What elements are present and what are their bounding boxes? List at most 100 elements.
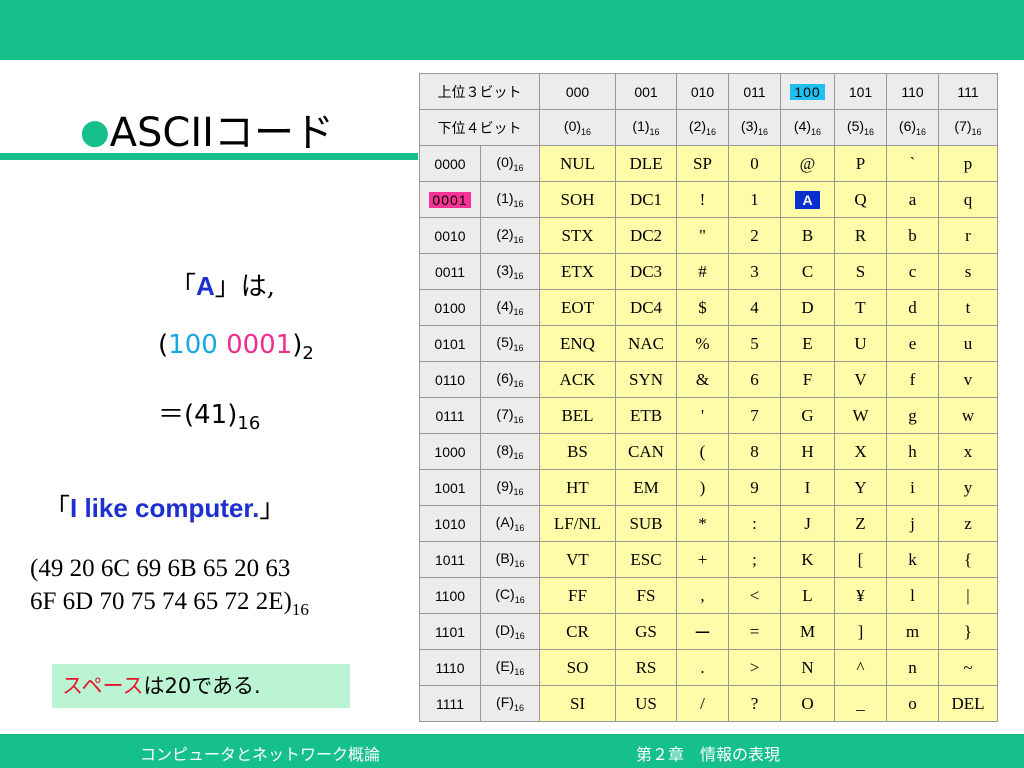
- cell-char: h: [908, 441, 917, 461]
- column-bits-text: 011: [743, 83, 766, 100]
- table-cell: z: [938, 505, 998, 542]
- cell-char: 9: [750, 477, 759, 497]
- table-cell: {: [938, 541, 998, 578]
- table-cell: DC4: [615, 289, 677, 326]
- hex-line-2: 6F 6D 70 75 74 65 72 2E): [30, 588, 292, 615]
- row-header-hex: (4)16: [480, 289, 540, 326]
- cell-char: x: [963, 441, 973, 461]
- cell-char: g: [908, 405, 917, 425]
- binary-lower: 0001: [226, 330, 293, 360]
- table-cell: m: [886, 613, 939, 650]
- table-cell: ENQ: [539, 325, 616, 362]
- hex-line-1: (49 20 6C 69 6B 65 20 63: [30, 555, 291, 582]
- cell-char: ]: [857, 621, 864, 641]
- table-cell: T: [834, 289, 887, 326]
- cell-char: VT: [566, 549, 589, 569]
- column-bits-text: 010: [690, 83, 715, 100]
- table-row: 1010 (A)16 LF/NL SUB *: J Zj z: [419, 505, 998, 542]
- explain-sentence-hex: (49 20 6C 69 6B 65 20 63 6F 6D 70 75 74 …: [30, 552, 309, 626]
- cell-char: *: [698, 513, 707, 533]
- table-row: 1100 (C)16 FF FS, < L ¥ l |: [419, 577, 998, 614]
- table-cell: L: [780, 577, 835, 614]
- cell-char: H: [801, 441, 814, 461]
- hex-value: (7): [954, 118, 972, 134]
- table-cell: BEL: [539, 397, 616, 434]
- table-cell: R: [834, 217, 887, 254]
- table-cell: r: [938, 217, 998, 254]
- cell-char: US: [635, 693, 657, 713]
- cell-char: Y: [854, 477, 867, 497]
- table-cell: s: [938, 253, 998, 290]
- table-row: 0101 (5)16 ENQ NAC% 5 E Ue u: [419, 325, 998, 362]
- table-cell: ETB: [615, 397, 677, 434]
- table-cell: DEL: [938, 685, 998, 722]
- table-cell: VT: [539, 541, 616, 578]
- cell-char: DLE: [629, 153, 663, 173]
- cell-char: 4: [750, 297, 759, 317]
- table-cell: 2: [728, 217, 781, 254]
- table-cell: HT: [539, 469, 616, 506]
- cell-char: EM: [633, 477, 659, 497]
- table-cell: N: [780, 649, 835, 686]
- row-header-bits: 0100: [419, 289, 481, 326]
- cell-char: ETB: [629, 405, 663, 425]
- cell-char: u: [963, 333, 973, 353]
- cell-char: GS: [635, 621, 657, 641]
- table-cell: BS: [539, 433, 616, 470]
- cell-char: ;: [752, 549, 757, 569]
- table-cell: SYN: [615, 361, 677, 398]
- table-cell: CAN: [615, 433, 677, 470]
- table-cell: 9: [728, 469, 781, 506]
- cell-char: F: [802, 369, 813, 389]
- cell-char: J: [804, 513, 811, 533]
- cell-char: K: [801, 549, 814, 569]
- column-header-hex: (5)16: [834, 109, 887, 146]
- cell-char: ?: [750, 693, 759, 713]
- cell-char: #: [698, 261, 707, 281]
- row-header-bits: 1010: [419, 505, 481, 542]
- table-cell: %: [676, 325, 729, 362]
- cell-char: $: [698, 297, 707, 317]
- cell-char: c: [908, 261, 917, 281]
- table-row: 0001 (1)16 SOH DC1! 1 A Qa q: [419, 181, 998, 218]
- table-cell: 1: [728, 181, 781, 218]
- table-cell: STX: [539, 217, 616, 254]
- hex-value: (4): [793, 118, 812, 134]
- cell-char: (: [699, 441, 706, 461]
- hex-value: (E): [495, 658, 515, 674]
- cell-char: v: [963, 369, 973, 389]
- table-cell: ": [676, 217, 729, 254]
- base-16-sub: 16: [649, 127, 660, 137]
- table-cell: t: [938, 289, 998, 326]
- row-bits-text: 0011: [434, 263, 466, 280]
- table-cell: ー: [676, 613, 729, 650]
- table-cell: c: [886, 253, 939, 290]
- table-cell: ;: [728, 541, 781, 578]
- column-header-hex: (3)16: [728, 109, 781, 146]
- table-cell: ): [676, 469, 729, 506]
- cell-char: G: [801, 405, 814, 425]
- cell-char: DEL: [951, 693, 985, 713]
- cell-char: EOT: [560, 297, 595, 317]
- cell-char: ESC: [630, 549, 662, 569]
- base-16-sub: 16: [706, 127, 717, 137]
- cell-char: SUB: [629, 513, 663, 533]
- cell-char: DC2: [629, 225, 663, 245]
- table-cell: >: [728, 649, 781, 686]
- cell-char: j: [910, 513, 915, 533]
- row-bits-text: 1001: [434, 479, 466, 496]
- table-cell: /: [676, 685, 729, 722]
- row-header-bits: 0110: [419, 361, 481, 398]
- row-bits-text: 0010: [434, 227, 466, 244]
- cell-char: ETX: [560, 261, 595, 281]
- table-cell: =: [728, 613, 781, 650]
- binary-upper: 100: [168, 330, 218, 360]
- cell-char: D: [801, 297, 814, 317]
- cell-char: DC4: [629, 297, 663, 317]
- base-16-sub: 16: [237, 413, 261, 434]
- table-cell: v: [938, 361, 998, 398]
- base-16-sub: 16: [514, 595, 525, 605]
- base-16-sub: 16: [514, 559, 525, 569]
- table-cell: +: [676, 541, 729, 578]
- table-cell: RS: [615, 649, 677, 686]
